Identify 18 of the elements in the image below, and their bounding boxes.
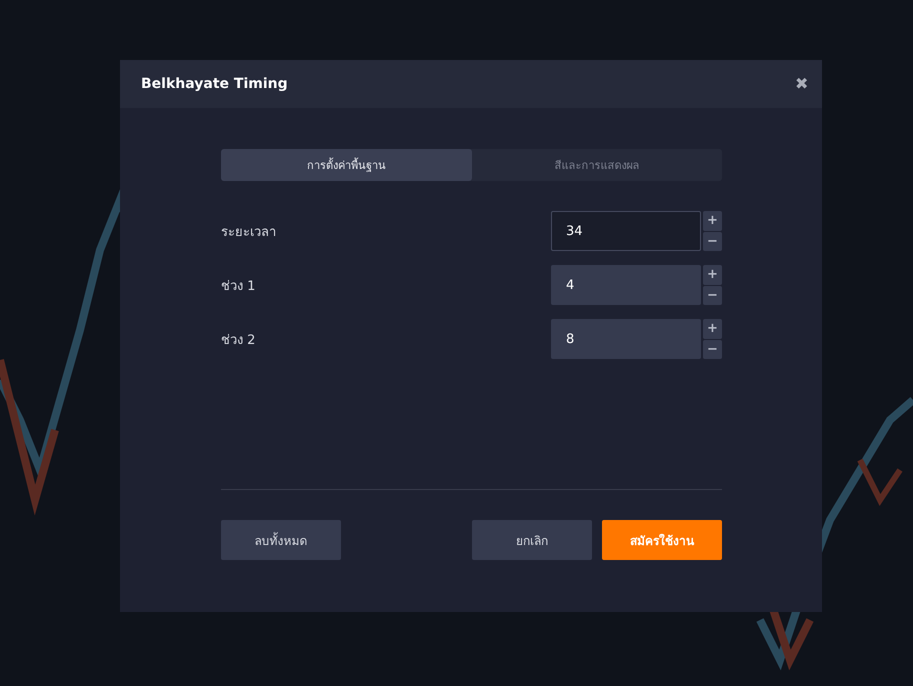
decrement-button[interactable]: − — [703, 286, 722, 305]
tab[interactable]: การตั้งค่าพื้นฐาน — [221, 149, 472, 181]
field-label: ระยะเวลา — [221, 224, 276, 242]
increment-button[interactable]: + — [703, 265, 722, 284]
tab[interactable]: สีและการแสดงผล — [472, 149, 722, 181]
number-field[interactable]: 34 — [551, 211, 701, 251]
number-field[interactable]: 4 — [551, 265, 701, 305]
increment-button[interactable]: + — [703, 319, 722, 338]
decrement-button[interactable]: − — [703, 340, 722, 359]
field-label: ช่วง 1 — [221, 278, 256, 296]
field-label: ช่วง 2 — [221, 332, 256, 350]
secondary-button[interactable]: ยกเลิก — [472, 520, 592, 560]
secondary-button[interactable]: ลบทั้งหมด — [221, 520, 341, 560]
dialog-title: Belkhayate Timing — [141, 76, 288, 92]
decrement-button[interactable]: − — [703, 232, 722, 251]
number-field[interactable]: 8 — [551, 319, 701, 359]
close-button[interactable]: ✖ — [795, 74, 808, 94]
increment-button[interactable]: + — [703, 211, 722, 230]
